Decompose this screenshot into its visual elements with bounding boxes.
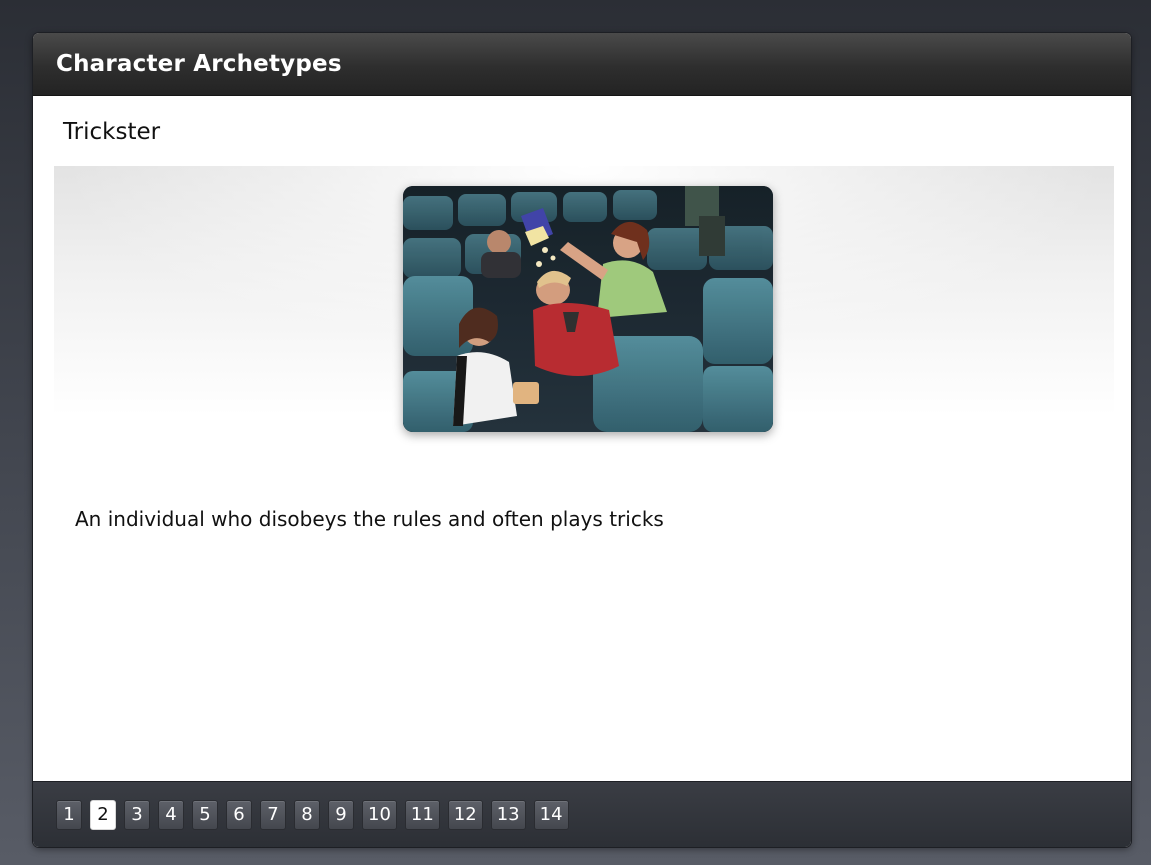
page-button-14[interactable]: 14	[533, 800, 569, 830]
page-button-4[interactable]: 4	[158, 800, 184, 830]
slide-description: An individual who disobeys the rules and…	[75, 507, 664, 531]
page-button-5[interactable]: 5	[192, 800, 218, 830]
page-list: 1 2 3 4 5 6 7 8 9 10 11 12 13 14	[56, 800, 569, 830]
slide-content: Trickster An individual who disobeys the…	[33, 96, 1131, 781]
page-button-6[interactable]: 6	[226, 800, 252, 830]
page-button-12[interactable]: 12	[447, 800, 483, 830]
page-button-7[interactable]: 7	[260, 800, 286, 830]
page-button-1[interactable]: 1	[56, 800, 82, 830]
slide-photo	[403, 186, 773, 432]
page-button-10[interactable]: 10	[362, 800, 397, 830]
theater-photo-illustration	[403, 186, 773, 432]
title-bar: Character Archetypes	[33, 33, 1131, 96]
page-button-3[interactable]: 3	[124, 800, 150, 830]
page-button-9[interactable]: 9	[328, 800, 354, 830]
slide-heading: Trickster	[63, 119, 161, 145]
app-window: Character Archetypes Trickster An indivi…	[33, 33, 1131, 847]
page-button-8[interactable]: 8	[294, 800, 320, 830]
pagination-bar: 1 2 3 4 5 6 7 8 9 10 11 12 13 14	[33, 781, 1131, 847]
page-button-2[interactable]: 2	[90, 800, 116, 830]
page-button-13[interactable]: 13	[490, 800, 526, 830]
page-button-11[interactable]: 11	[404, 800, 440, 830]
app-title: Character Archetypes	[56, 51, 342, 77]
